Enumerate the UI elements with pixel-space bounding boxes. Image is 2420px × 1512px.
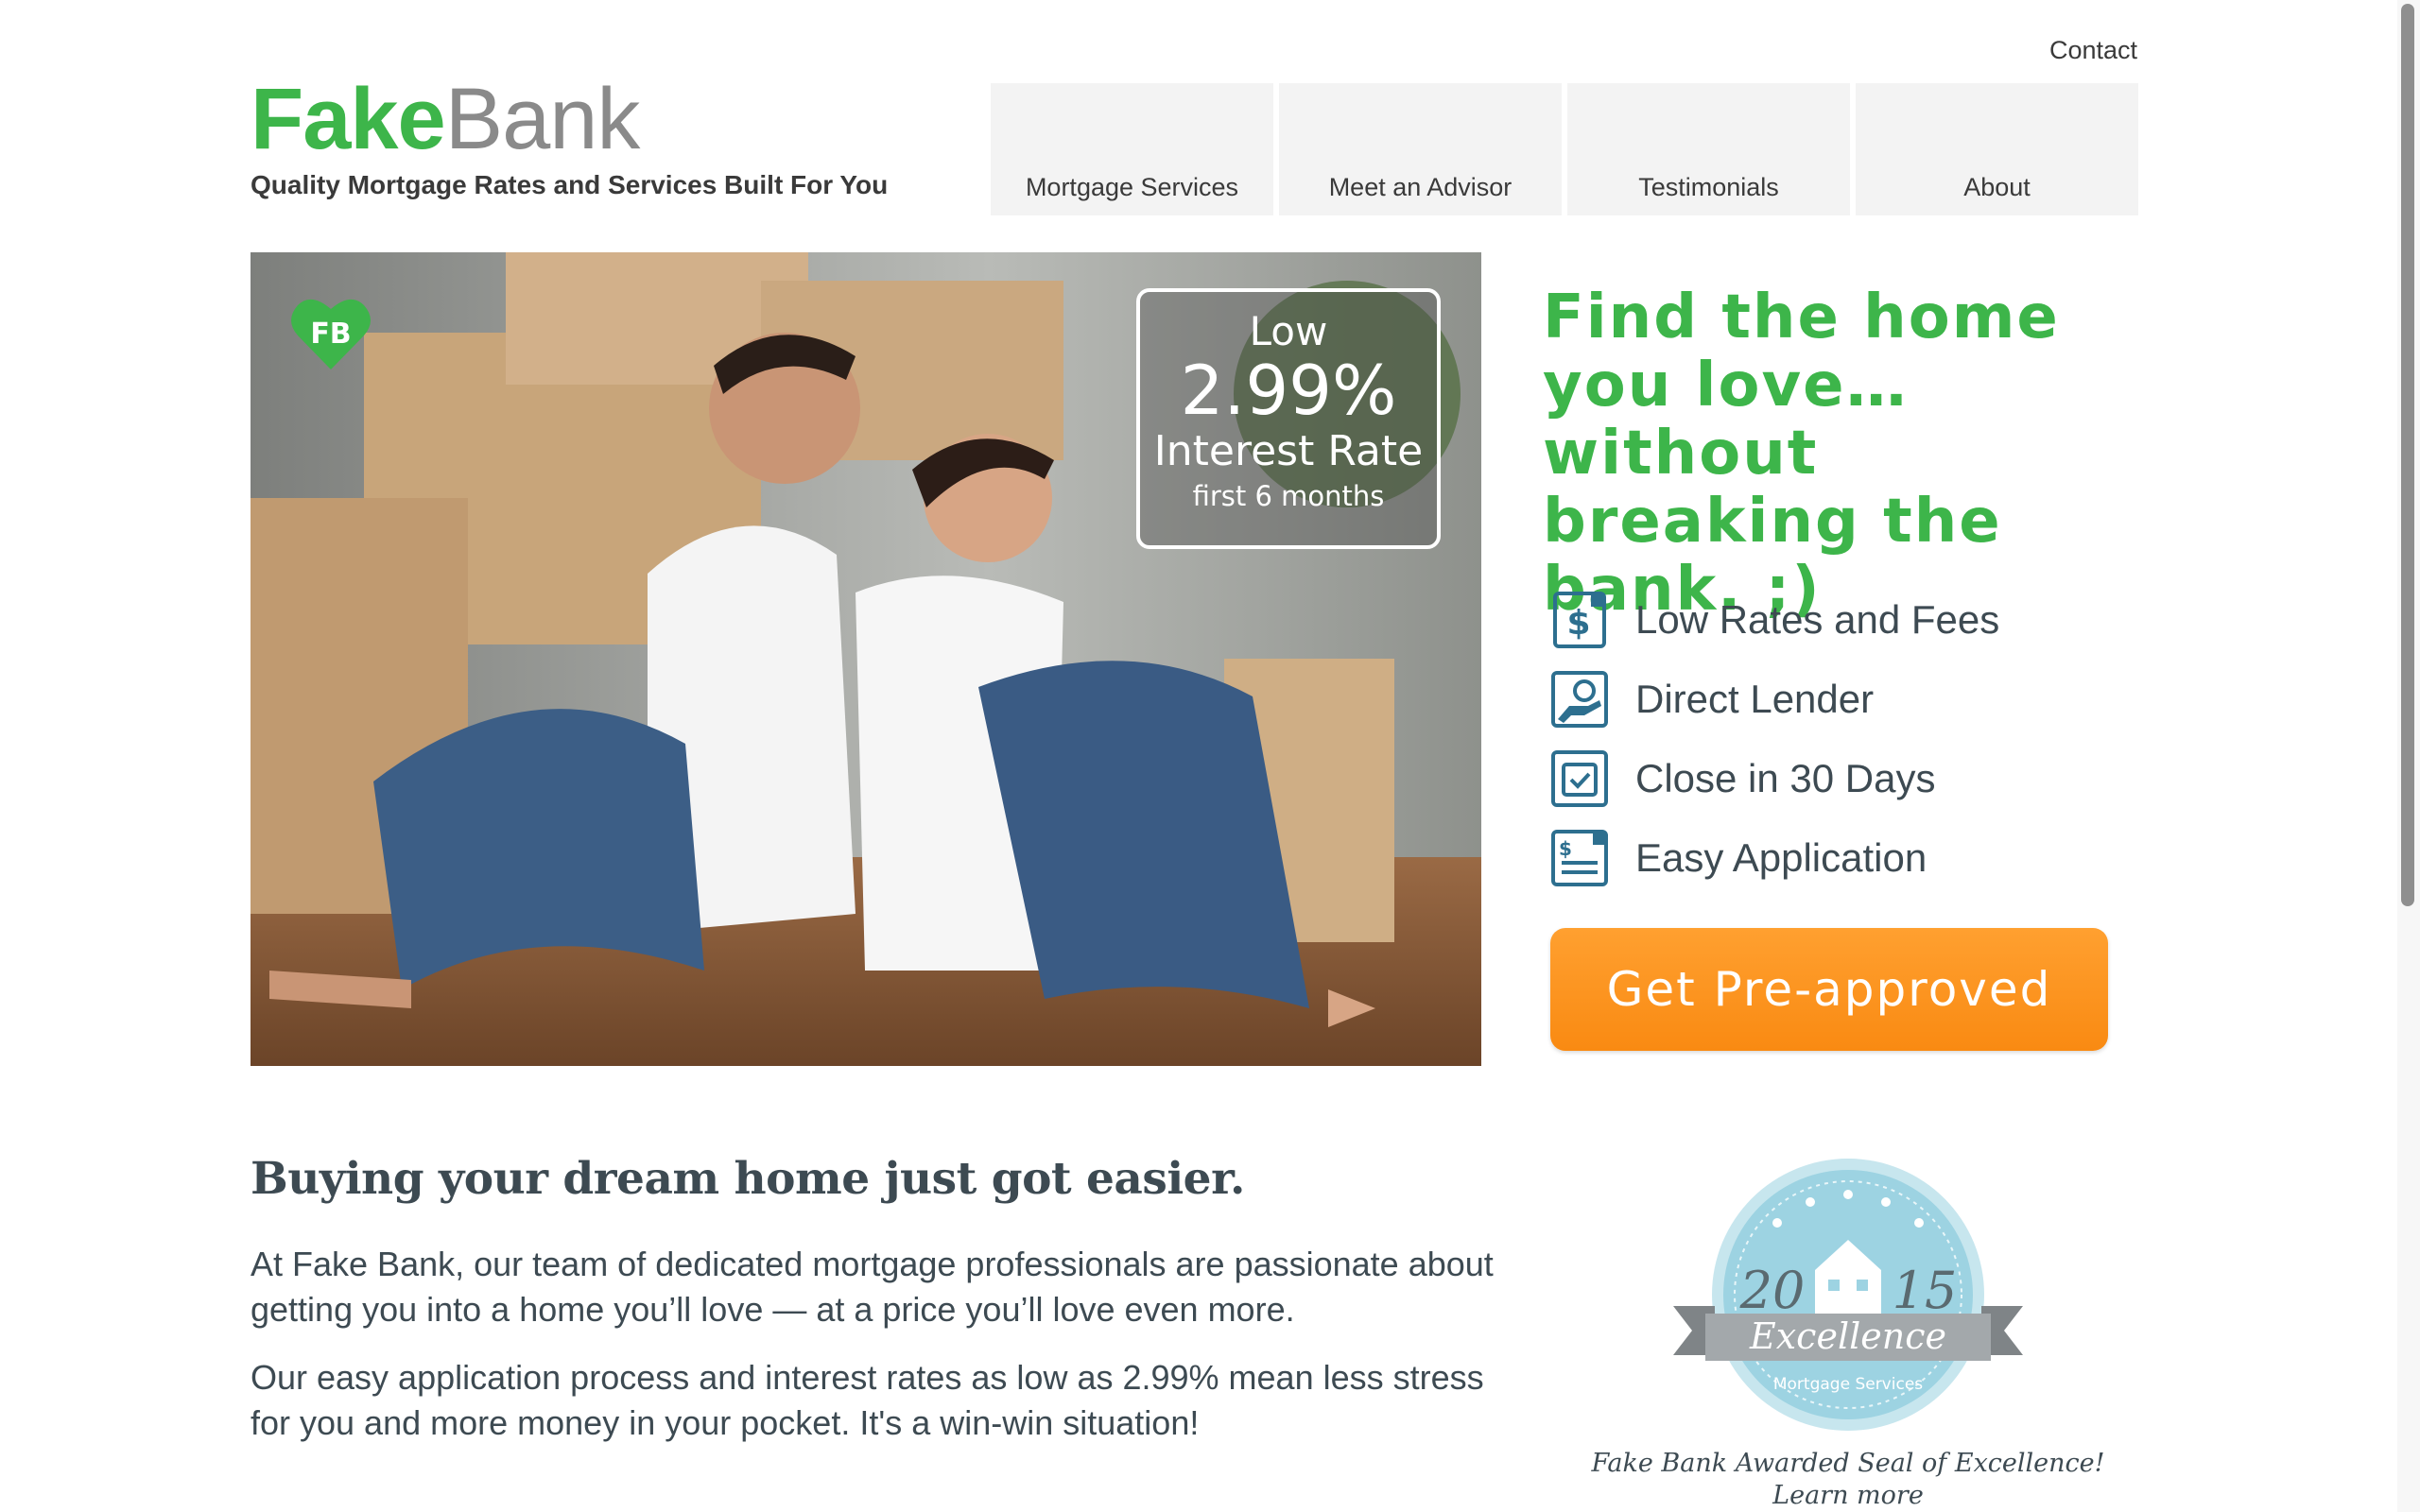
- feature-label: Low Rates and Fees: [1635, 597, 2000, 642]
- feature-label: Close in 30 Days: [1635, 756, 1936, 800]
- nav-testimonials[interactable]: Testimonials: [1567, 83, 1850, 215]
- rate-callout: Low 2.99% Interest Rate first 6 months: [1136, 288, 1441, 549]
- seal-caption-text: Fake Bank Awarded Seal of Excellence!: [1591, 1449, 2105, 1478]
- contact-link[interactable]: Contact: [2049, 36, 2137, 65]
- excellence-seal[interactable]: 20 15 Excellence Mortgage Services: [1673, 1157, 2023, 1440]
- dollar-icon: $: [1553, 592, 1606, 648]
- rate-value: 2.99%: [1180, 351, 1397, 430]
- feature-direct-lender: Direct Lender: [1550, 669, 1874, 730]
- rate-line-months: first 6 months: [1192, 480, 1385, 512]
- feature-label: Direct Lender: [1635, 677, 1875, 721]
- fb-heart-logo: FB: [291, 299, 371, 369]
- svg-text:$: $: [1559, 837, 1572, 860]
- seal-year-right: 15: [1893, 1261, 1958, 1320]
- rates-paragraph: Our easy application process and interes…: [251, 1358, 1484, 1442]
- tagline: Quality Mortgage Rates and Services Buil…: [251, 170, 889, 199]
- rate-line-interest: Interest Rate: [1153, 427, 1424, 475]
- intro-paragraph: At Fake Bank, our team of dedicated mort…: [251, 1245, 1494, 1329]
- seal-caption: Fake Bank Awarded Seal of Excellence! Le…: [1588, 1448, 2108, 1512]
- svg-text:$: $: [1566, 604, 1590, 643]
- application-form-icon: $: [1551, 830, 1608, 886]
- feature-easy-application: $ Easy Application: [1550, 828, 1927, 888]
- logo-part-bank: Bank: [444, 71, 641, 167]
- seal-ribbon-text: Excellence: [1749, 1315, 1946, 1357]
- nav-meet-an-advisor[interactable]: Meet an Advisor: [1279, 83, 1562, 215]
- nav-mortgage-services[interactable]: Mortgage Services: [991, 83, 1273, 215]
- get-pre-approved-button[interactable]: Get Pre-approved: [1550, 928, 2108, 1051]
- section-heading: Buying your dream home just got easier.: [251, 1153, 1245, 1205]
- fb-badge-text: FB: [310, 318, 351, 351]
- promo-headline: Find the home you love… without breaking…: [1543, 283, 2060, 625]
- seal-year-left: 20: [1739, 1261, 1806, 1320]
- fakebank-logo[interactable]: FakeBank: [251, 68, 641, 170]
- feature-label: Easy Application: [1635, 835, 1927, 880]
- hero-image: FB Low 2.99% Interest Rate first 6 month…: [251, 252, 1481, 1066]
- feature-close-30-days: Close in 30 Days: [1550, 748, 1935, 809]
- nav-about[interactable]: About: [1856, 83, 2138, 215]
- scrollbar-thumb[interactable]: [2401, 4, 2414, 906]
- seal-sub-text: Mortgage Services: [1773, 1375, 1923, 1394]
- calendar-check-icon: [1551, 750, 1608, 807]
- logo-part-fake: Fake: [251, 71, 446, 167]
- feature-low-rates: $ Low Rates and Fees: [1550, 590, 1999, 650]
- rate-line-low: Low: [1249, 308, 1328, 354]
- learn-more-link[interactable]: Learn more: [1772, 1481, 1924, 1510]
- hand-coin-icon: [1551, 671, 1608, 728]
